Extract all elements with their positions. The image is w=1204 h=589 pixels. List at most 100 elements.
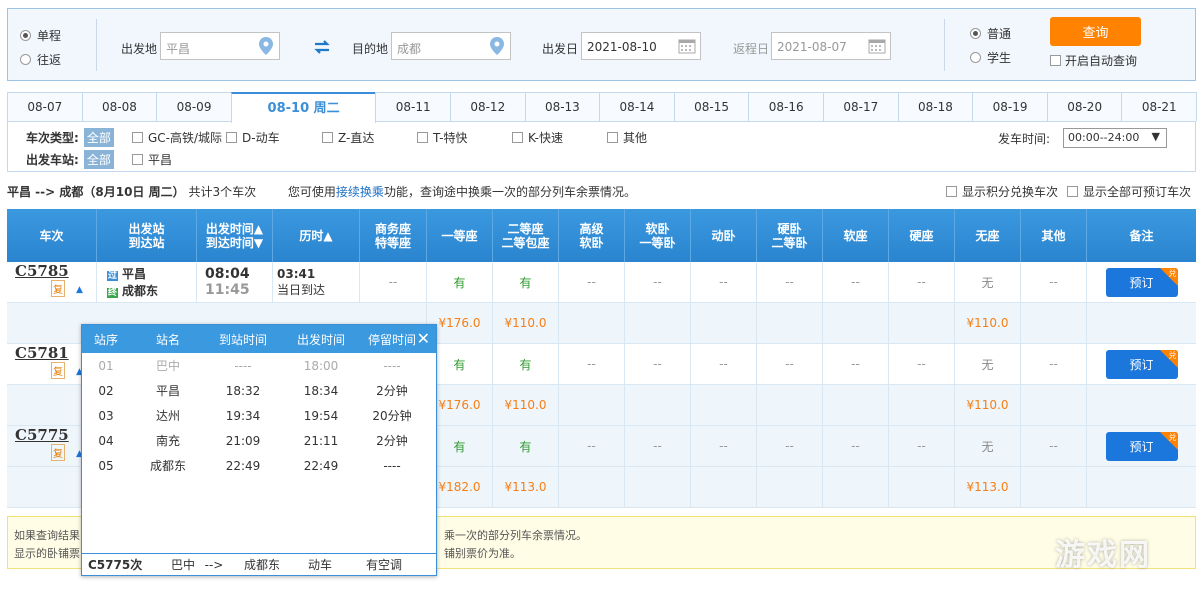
query-button[interactable]: 查询 bbox=[1050, 17, 1141, 46]
repeat-flag: 复 bbox=[51, 444, 65, 461]
radio-icon bbox=[20, 30, 31, 41]
passenger-student-radio[interactable]: 学生 bbox=[970, 49, 1011, 66]
transfer-link[interactable]: 接续换乘 bbox=[336, 185, 384, 199]
filter-gc[interactable]: GC-高铁/城际 bbox=[132, 129, 222, 146]
date-tab[interactable]: 08-15 bbox=[673, 92, 750, 121]
passenger-normal-radio[interactable]: 普通 bbox=[970, 25, 1011, 42]
caret-up-icon[interactable]: ▲ bbox=[76, 285, 83, 295]
date-tab[interactable]: 08-12 bbox=[449, 92, 526, 121]
calendar-icon[interactable] bbox=[678, 38, 696, 54]
checkbox-icon bbox=[946, 186, 957, 197]
stop-row: 05 成都东 22:49 22:49 ---- bbox=[98, 458, 401, 474]
date-tab[interactable]: 08-09 bbox=[156, 92, 232, 121]
auto-query-checkbox[interactable]: 开启自动查询 bbox=[1050, 52, 1137, 69]
radio-icon bbox=[20, 54, 31, 65]
terminal-tag: 终 bbox=[107, 288, 119, 298]
trip-one-way-radio[interactable]: 单程 bbox=[20, 27, 61, 44]
train-type-label: 车次类型: bbox=[26, 131, 79, 145]
filter-station-pingchang[interactable]: 平昌 bbox=[132, 151, 172, 168]
checkbox-icon bbox=[226, 132, 237, 143]
filter-other[interactable]: 其他 bbox=[607, 129, 647, 146]
date-tab[interactable]: 08-14 bbox=[599, 92, 675, 121]
date-tab[interactable]: 08-21 bbox=[1121, 92, 1198, 121]
return-date-input[interactable]: 2021-08-07 bbox=[771, 32, 891, 60]
date-tab-active[interactable]: 08-10 周二 bbox=[230, 92, 377, 123]
to-input[interactable]: 成都 bbox=[391, 32, 511, 60]
date-tab[interactable]: 08-18 bbox=[897, 92, 974, 121]
station-all[interactable]: 全部 bbox=[83, 150, 114, 169]
date-tab[interactable]: 08-11 bbox=[375, 92, 451, 121]
location-pin-icon bbox=[490, 37, 504, 55]
trip-round-radio[interactable]: 往返 bbox=[20, 51, 61, 68]
train-type-all[interactable]: 全部 bbox=[83, 128, 114, 147]
checkbox-icon bbox=[1067, 186, 1078, 197]
dropdown-arrow-icon: ▼ bbox=[1151, 130, 1160, 143]
to-label: 目的地 bbox=[352, 42, 389, 56]
popup-header: 站序 站名 到站时间 出发时间 停留时间 ✕ bbox=[82, 325, 436, 353]
repeat-flag: 复 bbox=[51, 280, 65, 297]
from-label: 出发地 bbox=[121, 42, 158, 56]
bookable-checkbox[interactable]: 显示全部可预订车次 bbox=[1067, 183, 1191, 200]
train-number[interactable]: C5785 bbox=[15, 262, 69, 280]
from-input[interactable]: 平昌 bbox=[160, 32, 280, 60]
filter-panel: 车次类型: 全部 GC-高铁/城际 D-动车 Z-直达 T-特快 K-快速 其他 … bbox=[7, 122, 1196, 172]
close-icon[interactable]: ✕ bbox=[417, 329, 430, 348]
date-tab[interactable]: 08-19 bbox=[972, 92, 1048, 121]
checkbox-icon bbox=[322, 132, 333, 143]
depart-time-label: 发车时间: bbox=[998, 132, 1051, 146]
depart-time-select[interactable]: 00:00--24:00 ▼ bbox=[1063, 128, 1167, 148]
divider bbox=[944, 19, 945, 71]
stop-row: 02 平昌 18:32 18:34 2分钟 bbox=[98, 383, 408, 399]
table-header: 车次 出发站 到达站 出发时间▲ 到达时间▼ 历时▲ 商务座 特等座 一等座 二等座二… bbox=[7, 209, 1196, 262]
pass-tag: 过 bbox=[107, 271, 119, 281]
time-sort-header[interactable]: 出发时间▲ 到达时间▼ bbox=[197, 209, 273, 262]
date-tab[interactable]: 08-13 bbox=[524, 92, 601, 121]
swap-icon[interactable] bbox=[313, 39, 331, 55]
filter-k[interactable]: K-快速 bbox=[512, 129, 563, 146]
stop-row: 01 巴中 ---- 18:00 ---- bbox=[98, 358, 401, 374]
stop-row: 04 南充 21:09 21:11 2分钟 bbox=[98, 433, 408, 449]
search-panel: 单程 往返 出发地 平昌 目的地 成都 出发日 2021-08-10 返程日 2… bbox=[7, 8, 1196, 81]
date-tab[interactable]: 08-08 bbox=[81, 92, 158, 121]
calendar-icon[interactable] bbox=[868, 38, 886, 54]
filter-z[interactable]: Z-直达 bbox=[322, 129, 374, 146]
train-number[interactable]: C5781 bbox=[15, 344, 69, 362]
table-row: C5785 复 过平昌 终成都东 08:04 11:45 03:41 当日到达 … bbox=[7, 262, 1196, 303]
checkbox-icon bbox=[607, 132, 618, 143]
radio-icon bbox=[970, 52, 981, 63]
checkbox-icon bbox=[132, 154, 143, 165]
stop-row: 03 达州 19:34 19:54 20分钟 bbox=[98, 408, 412, 424]
train-number[interactable]: C5775 bbox=[15, 426, 69, 444]
date-tab[interactable]: 08-16 bbox=[748, 92, 825, 121]
book-button[interactable]: 预订兑 bbox=[1105, 267, 1178, 297]
radio-icon bbox=[970, 28, 981, 39]
points-checkbox[interactable]: 显示积分兑换车次 bbox=[946, 183, 1058, 200]
date-tab[interactable]: 08-17 bbox=[823, 92, 899, 121]
filter-d[interactable]: D-动车 bbox=[226, 129, 280, 146]
book-button[interactable]: 预订兑 bbox=[1105, 431, 1178, 461]
book-button[interactable]: 预订兑 bbox=[1105, 349, 1178, 379]
depart-date-label: 出发日 bbox=[542, 42, 579, 56]
return-date-label: 返程日 bbox=[733, 42, 770, 56]
popup-footer: C5775次 巴中 --> 成都东 动车 有空调 bbox=[82, 553, 436, 575]
stop-list-popup: 站序 站名 到站时间 出发时间 停留时间 ✕ 01 巴中 ---- 18:00 … bbox=[81, 324, 437, 576]
date-tab[interactable]: 08-20 bbox=[1046, 92, 1123, 121]
repeat-flag: 复 bbox=[51, 362, 65, 379]
date-tab[interactable]: 08-07 bbox=[7, 92, 83, 121]
divider bbox=[96, 19, 97, 71]
filter-t[interactable]: T-特快 bbox=[417, 129, 468, 146]
points-badge: 兑 bbox=[1168, 268, 1177, 278]
result-summary: 平昌 --> 成都（8月10日 周二） 共计3个车次 您可使用接续换乘功能，查询… bbox=[7, 185, 636, 199]
checkbox-icon bbox=[512, 132, 523, 143]
date-tabs: 08-07 08-08 08-09 08-10 周二 08-11 08-12 0… bbox=[7, 92, 1198, 123]
station-label: 出发车站: bbox=[26, 153, 79, 167]
points-badge: 兑 bbox=[1168, 350, 1177, 360]
watermark-logo: 游戏网 bbox=[1055, 538, 1151, 573]
depart-date-input[interactable]: 2021-08-10 bbox=[581, 32, 701, 60]
checkbox-icon bbox=[132, 132, 143, 143]
checkbox-icon bbox=[417, 132, 428, 143]
duration-sort-header[interactable]: 历时▲ bbox=[273, 209, 360, 262]
checkbox-icon bbox=[1050, 55, 1061, 66]
points-badge: 兑 bbox=[1168, 432, 1177, 442]
location-pin-icon bbox=[259, 37, 273, 55]
